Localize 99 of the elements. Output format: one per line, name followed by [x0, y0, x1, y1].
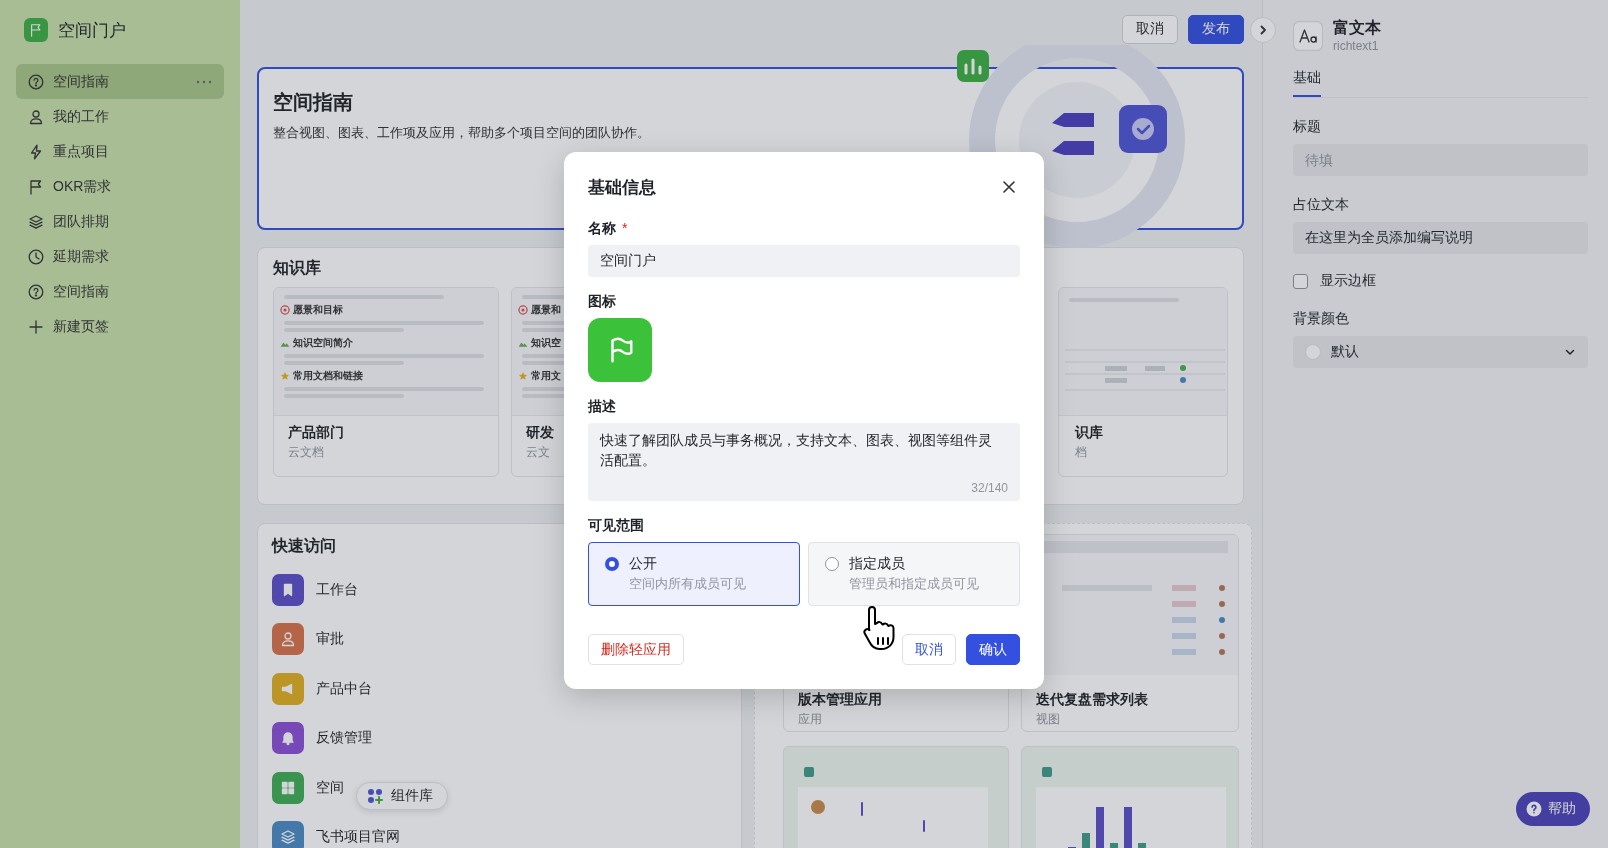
app-card[interactable] — [1021, 746, 1239, 848]
quick-access-item[interactable]: 工作台 — [272, 565, 358, 615]
document-card[interactable]: 识库 档 — [1058, 287, 1228, 477]
help-button[interactable]: 帮助 — [1516, 792, 1590, 826]
section-title: 快速访问 — [272, 536, 336, 556]
tab[interactable]: 基础 — [1293, 65, 1321, 97]
section-heading: 知识空间简介 — [293, 336, 353, 350]
field-label: 背景颜色 — [1293, 310, 1350, 328]
checkbox[interactable] — [1293, 273, 1308, 289]
clock-icon — [28, 248, 44, 265]
help-icon — [28, 73, 44, 90]
radio-icon — [605, 557, 619, 571]
color-swatch-icon — [1305, 344, 1321, 360]
chevron-right-icon — [1258, 25, 1268, 35]
sidebar-item[interactable]: 团队排期 — [16, 204, 224, 239]
person-icon — [28, 108, 44, 125]
card-title: 版本管理应用 — [798, 691, 882, 709]
more-icon — [196, 79, 212, 84]
chart-bar — [1124, 807, 1132, 848]
field-label: 占位文本 — [1293, 196, 1350, 214]
component-title: 富文本 — [1333, 18, 1381, 38]
field-label: 描述 — [588, 398, 616, 416]
flag-icon — [29, 23, 43, 37]
cancel-button[interactable]: 取消 — [902, 634, 956, 665]
name-field[interactable]: 空间门户 — [588, 245, 1020, 277]
document-card[interactable]: 愿景和目标 知识空间简介 常用文档和链接 产品部门 云文档 — [273, 287, 499, 477]
sidebar-item[interactable]: 空间指南 — [16, 274, 224, 309]
help-icon — [28, 283, 44, 300]
flag-icon — [28, 178, 44, 195]
card-title: 产品部门 — [288, 424, 344, 442]
checkbox-label: 显示边框 — [1320, 272, 1376, 290]
avatar-icon — [811, 800, 825, 814]
card-type: 云文 — [526, 444, 550, 461]
card-title: 研发 — [526, 424, 554, 442]
quick-access-item[interactable]: 产品中台 — [272, 664, 372, 714]
chart-bar — [1138, 843, 1146, 848]
quick-access-item[interactable]: 飞书项目官网 — [272, 812, 400, 848]
quick-access-item[interactable]: 空间 — [272, 763, 344, 813]
sidebar-item[interactable]: 重点项目 — [16, 134, 224, 169]
quick-access-item[interactable]: 审批 — [272, 614, 344, 664]
section-heading: 愿景和目标 — [293, 303, 343, 317]
radio-icon — [825, 557, 839, 571]
radio-option[interactable]: 指定成员 管理员和指定成员可见 — [808, 542, 1020, 606]
quick-access-item[interactable]: 反馈管理 — [272, 713, 372, 763]
delete-button[interactable]: 删除轻应用 — [588, 634, 684, 665]
bell-icon — [280, 730, 296, 747]
sidebar-item[interactable]: 新建页签 — [16, 309, 224, 344]
chart-bar — [1082, 833, 1090, 848]
card-type: 视图 — [1036, 711, 1060, 728]
card-type: 档 — [1075, 444, 1087, 461]
app-icon — [1042, 767, 1052, 777]
sidebar-item[interactable]: OKR需求 — [16, 169, 224, 204]
field-label: 图标 — [588, 293, 616, 311]
card-title: 迭代复盘需求列表 — [1036, 691, 1148, 709]
character-counter: 32/140 — [971, 481, 1008, 495]
section-heading: 知识空 — [531, 336, 561, 350]
app-icon — [804, 767, 814, 777]
component-id: richtext1 — [1333, 39, 1380, 53]
card-type: 应用 — [798, 711, 822, 728]
sidebar-item[interactable]: 延期需求 — [16, 239, 224, 274]
target-icon — [518, 305, 528, 315]
apps-icon — [367, 788, 383, 804]
publish-button[interactable]: 发布 — [1188, 14, 1244, 44]
section-heading: 常用文档和链接 — [293, 369, 363, 383]
layers-icon — [28, 213, 44, 230]
person-icon — [280, 631, 296, 648]
sidebar-item[interactable]: 我的工作 — [16, 99, 224, 134]
section-heading: 愿景和 — [531, 303, 561, 317]
field-label: 可见范围 — [588, 517, 644, 535]
chart-bar — [1110, 843, 1118, 848]
card-type: 云文档 — [288, 444, 324, 461]
card-title: 识库 — [1075, 424, 1103, 442]
lightning-icon — [28, 143, 44, 160]
grid-icon — [280, 779, 296, 796]
text-field[interactable]: 在这里为全员添加编写说明 — [1293, 222, 1588, 254]
cancel-button[interactable]: 取消 — [1122, 14, 1178, 44]
confirm-button[interactable]: 确认 — [966, 634, 1020, 665]
field-label: 标题 — [1293, 118, 1322, 136]
section-heading: 常用文 — [531, 369, 561, 383]
dialog-title: 基础信息 — [588, 176, 656, 199]
chart-bar — [1096, 807, 1104, 848]
plus-icon — [28, 318, 44, 335]
layers-icon — [280, 829, 296, 846]
card-title: 空间指南 — [273, 90, 354, 115]
close-icon — [1002, 180, 1016, 194]
app-title: 空间门户 — [58, 19, 126, 42]
help-icon — [1526, 801, 1542, 817]
radio-option[interactable]: 公开 空间内所有成员可见 — [588, 542, 800, 606]
card-description: 整合视图、图表、工作项及应用，帮助多个项目空间的团队协作。 — [273, 124, 651, 142]
section-title: 知识库 — [273, 258, 321, 278]
app-card[interactable]: 迭代复盘需求列表 视图 — [1021, 534, 1239, 732]
star-icon — [518, 371, 528, 381]
star-icon — [280, 371, 290, 381]
component-library-button[interactable]: 组件库 — [356, 782, 448, 810]
sidebar-item[interactable]: 空间指南 — [16, 64, 224, 99]
target-icon — [280, 305, 290, 315]
text-field[interactable]: 待填 — [1293, 144, 1588, 176]
color-select[interactable]: 默认 — [1293, 336, 1588, 368]
text-style-icon — [1293, 20, 1323, 51]
